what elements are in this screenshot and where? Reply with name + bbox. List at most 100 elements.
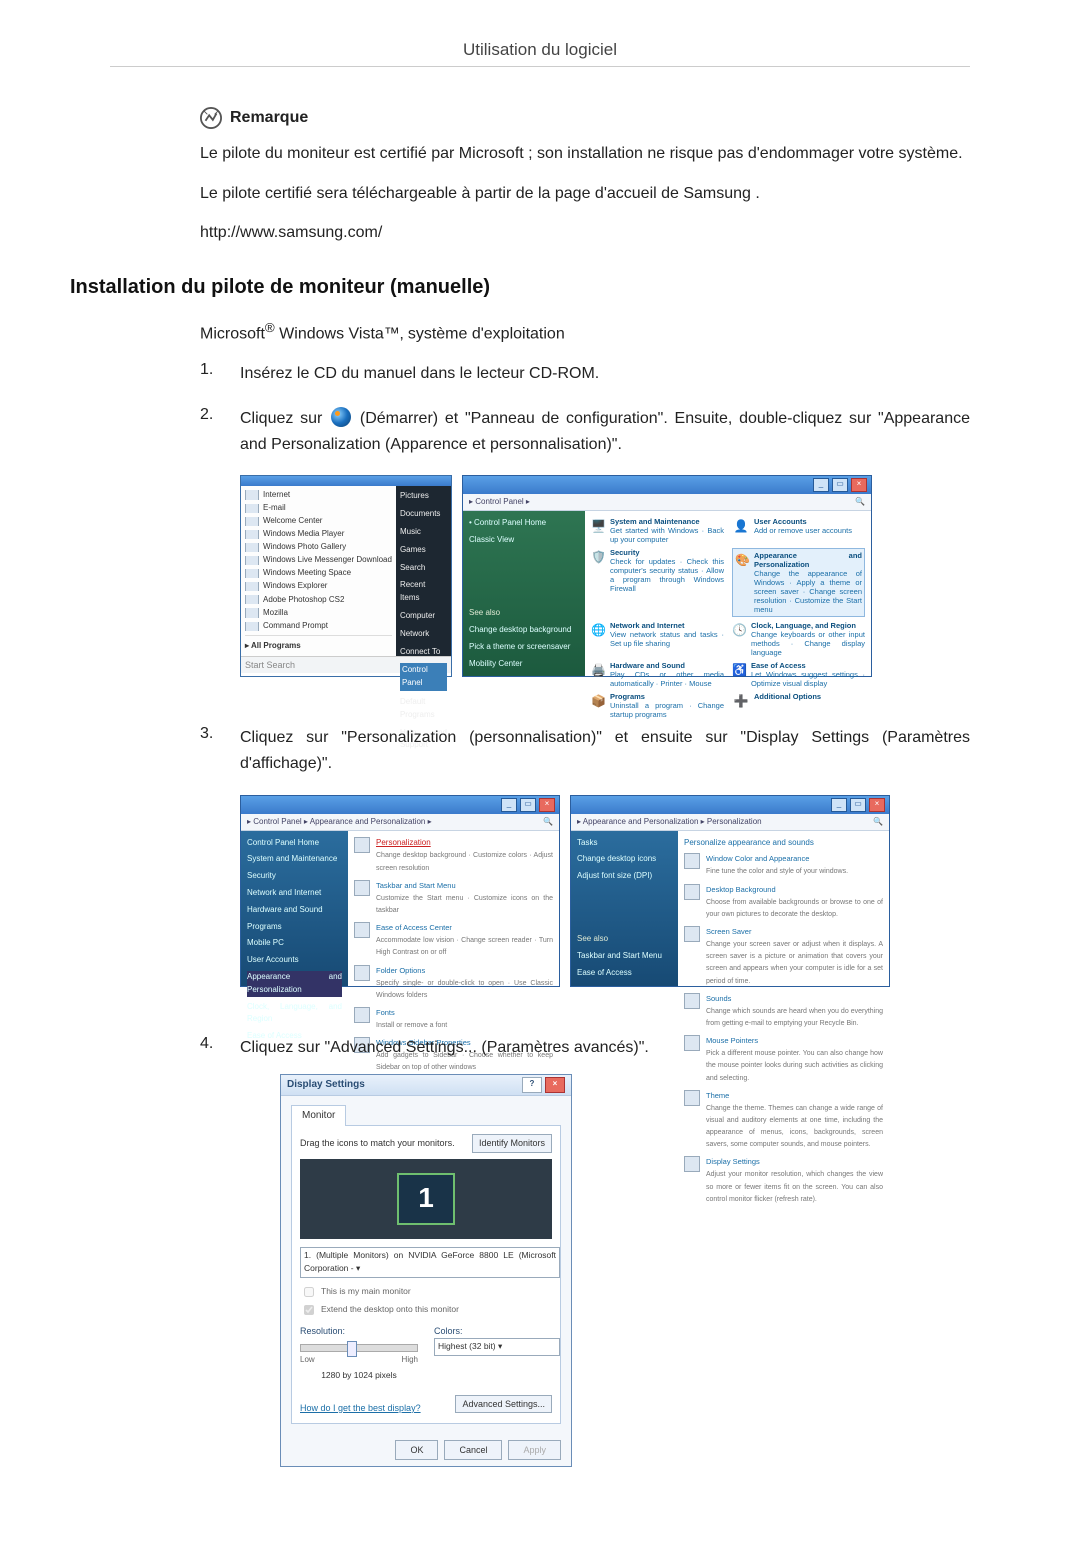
step-3: 3. Cliquez sur "Personalization (personn… [200,725,970,1014]
section-title: Installation du pilote de moniteur (manu… [70,276,970,299]
close-button[interactable]: × [851,478,867,492]
start-menu-item[interactable]: Command Prompt [245,622,392,631]
side-item[interactable]: Mobile PC [247,937,342,950]
drag-instruction: Drag the icons to match your monitors. [300,1136,455,1150]
resolution-slider[interactable] [300,1344,418,1352]
see-also-item[interactable]: Ease of Access [577,967,672,980]
task-item[interactable]: Adjust font size (DPI) [577,870,672,883]
cp-home-link[interactable]: • Control Panel Home [469,517,579,530]
close-button[interactable]: × [869,798,885,812]
address-bar[interactable]: ▸ Control Panel ▸🔍 [463,494,871,511]
pers-entry[interactable]: Screen SaverChange your screen saver or … [684,926,883,987]
address-bar[interactable]: ▸ Control Panel ▸ Appearance and Persona… [241,814,559,831]
cancel-button[interactable]: Cancel [444,1440,502,1460]
advanced-settings-button[interactable]: Advanced Settings... [455,1395,552,1413]
minimize-button[interactable]: _ [813,478,829,492]
colors-dropdown[interactable]: Highest (32 bit) ▾ [434,1338,560,1356]
ok-button[interactable]: OK [395,1440,438,1460]
appearance-entry[interactable]: FontsInstall or remove a font [354,1007,553,1031]
pers-entry[interactable]: SoundsChange which sounds are heard when… [684,993,883,1029]
start-menu-item[interactable]: Windows Media Player [245,530,392,539]
start-menu-item[interactable]: Windows Meeting Space [245,569,392,578]
start-menu-item[interactable]: Adobe Photoshop CS2 [245,595,392,604]
address-bar[interactable]: ▸ Appearance and Personalization ▸ Perso… [571,814,889,831]
dialog-help-button[interactable]: ? [522,1077,542,1093]
dialog-titlebar: Display Settings ? × [281,1075,571,1096]
help-link[interactable]: How do I get the best display? [300,1401,421,1415]
see-also-item[interactable]: Pick a theme or screensaver [469,641,579,654]
cp-category-hardware[interactable]: 🖨️Hardware and SoundPlay CDs or other me… [591,661,724,688]
cp-category-users[interactable]: 👤User AccountsAdd or remove user account… [732,517,865,544]
side-item[interactable]: Programs [247,921,342,934]
cp-category-ease[interactable]: ♿Ease of AccessLet Windows suggest setti… [732,661,865,688]
cp-category-clock[interactable]: 🕓Clock, Language, and RegionChange keybo… [732,621,865,657]
intro-prefix: Microsoft [200,325,265,342]
cp-classic-link[interactable]: Classic View [469,534,579,547]
start-menu-item[interactable]: E-mail [245,504,392,513]
cp-category-security[interactable]: 🛡️SecurityCheck for updates · Check this… [591,548,724,617]
start-menu-item[interactable]: Welcome Center [245,517,392,526]
see-also-item[interactable]: Mobility Center [469,658,579,671]
start-menu-item[interactable]: Internet [245,490,392,499]
monitor-preview-area[interactable]: 1 [300,1159,552,1239]
cp-category-additional[interactable]: ➕Additional Options [732,692,865,719]
appearance-entry[interactable]: Taskbar and Start MenuCustomize the Star… [354,880,553,916]
side-item[interactable]: System and Maintenance [247,853,342,866]
start-menu-right-item[interactable]: Network [400,628,447,641]
start-menu-right-item[interactable]: Connect To [400,646,447,659]
maximize-button[interactable]: ▭ [850,798,866,812]
cp-category-programs[interactable]: 📦ProgramsUninstall a program · Change st… [591,692,724,719]
start-menu-item[interactable]: Windows Photo Gallery [245,543,392,552]
start-menu-right-item[interactable]: Games [400,544,447,557]
extend-desktop-checkbox[interactable]: Extend the desktop onto this monitor [300,1302,552,1318]
side-item[interactable]: Security [247,870,342,883]
cp-category-appearance[interactable]: 🎨Appearance and PersonalizationChange th… [732,548,865,617]
side-item[interactable]: Clock, Language, and Region [247,1001,342,1027]
start-menu-all-programs[interactable]: ▸ All Programs [245,635,392,653]
side-item-appearance[interactable]: Appearance and Personalization [247,971,342,997]
step-4-text: Cliquez sur "Advanced Settings... (Param… [240,1039,649,1056]
start-menu-control-panel[interactable]: Control Panel [400,663,447,691]
maximize-button[interactable]: ▭ [520,798,536,812]
monitor-1-icon[interactable]: 1 [397,1173,455,1225]
cp-category-network[interactable]: 🌐Network and InternetView network status… [591,621,724,657]
see-also-item[interactable]: Taskbar and Start Menu [577,950,672,963]
start-menu-right-pane: Pictures Documents Music Games Search Re… [396,486,451,656]
start-menu-right-item[interactable]: Pictures [400,490,447,503]
side-item[interactable]: Hardware and Sound [247,904,342,917]
appearance-entry[interactable]: Ease of Access CenterAccommodate low vis… [354,922,553,958]
start-menu-item[interactable]: Windows Live Messenger Download [245,556,392,565]
appearance-entry[interactable]: Folder OptionsSpecify single- or double-… [354,965,553,1001]
cp-category-system[interactable]: 🖥️System and MaintenanceGet started with… [591,517,724,544]
resolution-label: Resolution: [300,1324,418,1338]
minimize-button[interactable]: _ [831,798,847,812]
maximize-button[interactable]: ▭ [832,478,848,492]
side-item[interactable]: User Accounts [247,954,342,967]
see-also-item[interactable]: Change desktop background [469,624,579,637]
start-menu-right-item[interactable]: Music [400,526,447,539]
start-menu-right-item[interactable]: Computer [400,610,447,623]
dialog-close-button[interactable]: × [545,1077,565,1093]
pers-entry[interactable]: Window Color and AppearanceFine tune the… [684,853,883,877]
side-home[interactable]: Control Panel Home [247,837,342,850]
step-4-number: 4. [200,1035,220,1053]
resolution-value: 1280 by 1024 pixels [300,1369,418,1383]
appearance-entry-personalization[interactable]: PersonalizationChange desktop background… [354,837,553,874]
start-menu-right-item[interactable]: Recent Items [400,579,447,605]
minimize-button[interactable]: _ [501,798,517,812]
start-menu-right-item[interactable]: Search [400,562,447,575]
start-menu-right-item[interactable]: Documents [400,508,447,521]
monitor-tab[interactable]: Monitor [291,1105,346,1126]
task-item[interactable]: Change desktop icons [577,853,672,866]
main-monitor-checkbox[interactable]: This is my main monitor [300,1284,552,1300]
monitor-dropdown[interactable]: 1. (Multiple Monitors) on NVIDIA GeForce… [300,1247,560,1278]
pers-entry[interactable]: Desktop BackgroundChoose from available … [684,884,883,920]
note-block: Remarque Le pilote du moniteur est certi… [200,107,970,246]
start-menu-right-item[interactable]: Default Programs [400,696,447,722]
identify-monitors-button[interactable]: Identify Monitors [472,1134,552,1152]
apply-button[interactable]: Apply [508,1440,561,1460]
close-button[interactable]: × [539,798,555,812]
side-item[interactable]: Network and Internet [247,887,342,900]
start-menu-item[interactable]: Mozilla [245,608,392,617]
start-menu-item[interactable]: Windows Explorer [245,582,392,591]
